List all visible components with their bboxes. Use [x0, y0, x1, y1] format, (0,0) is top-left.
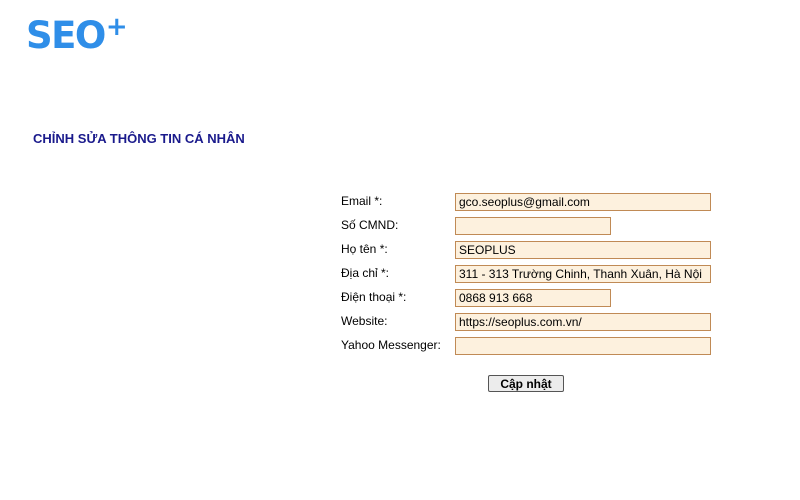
update-button[interactable]: Cập nhật: [488, 375, 564, 392]
phone-label: Điện thoại *:: [341, 290, 407, 304]
yahoo-messenger-row: Yahoo Messenger:: [341, 337, 741, 355]
yahoo-messenger-field[interactable]: [455, 337, 711, 355]
phone-row: Điện thoại *:: [341, 289, 741, 307]
id-number-row: Số CMND:: [341, 217, 741, 235]
full-name-field[interactable]: [455, 241, 711, 259]
email-field[interactable]: [455, 193, 711, 211]
address-field[interactable]: [455, 265, 711, 283]
phone-field[interactable]: [455, 289, 611, 307]
seoplus-logo[interactable]: SEO +: [26, 14, 128, 58]
address-row: Địa chỉ *:: [341, 265, 741, 283]
website-label: Website:: [341, 314, 388, 328]
email-label: Email *:: [341, 194, 383, 208]
id-number-label: Số CMND:: [341, 218, 399, 232]
logo-text: SEO: [26, 14, 106, 57]
yahoo-messenger-label: Yahoo Messenger:: [341, 338, 441, 352]
page-title: CHỈNH SỬA THÔNG TIN CÁ NHÂN: [33, 131, 245, 146]
full-name-row: Họ tên *:: [341, 241, 741, 259]
page: SEO + CHỈNH SỬA THÔNG TIN CÁ NHÂN Email …: [0, 0, 800, 500]
address-label: Địa chỉ *:: [341, 266, 390, 280]
email-row: Email *:: [341, 193, 741, 211]
logo-plus-icon: +: [105, 12, 128, 42]
id-number-field[interactable]: [455, 217, 611, 235]
website-field[interactable]: [455, 313, 711, 331]
full-name-label: Họ tên *:: [341, 242, 388, 256]
website-row: Website:: [341, 313, 741, 331]
